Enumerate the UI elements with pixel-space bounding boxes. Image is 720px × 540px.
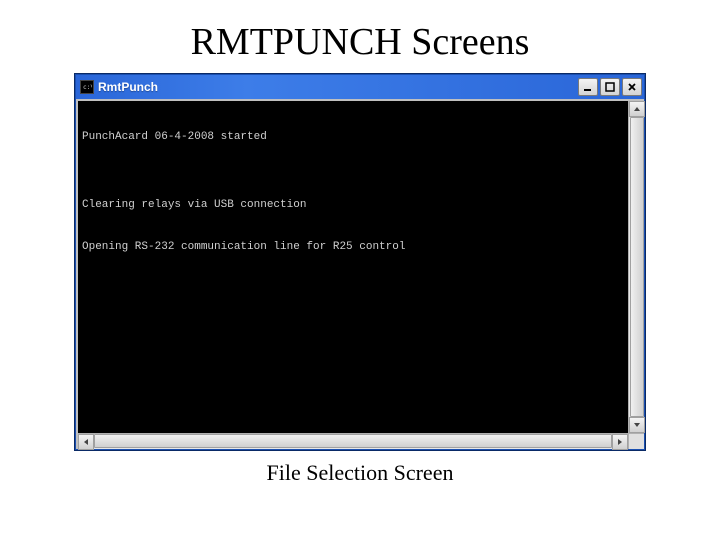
scroll-left-button[interactable]: [78, 434, 94, 450]
console-icon: c:\: [80, 80, 94, 94]
scroll-thumb-horizontal[interactable]: [94, 434, 612, 448]
scroll-up-button[interactable]: [629, 101, 645, 117]
window-title: RmtPunch: [98, 80, 574, 94]
page-title: RMTPUNCH Screens: [40, 20, 680, 64]
scroll-right-button[interactable]: [612, 434, 628, 450]
console-line: PunchAcard 06-4-2008 started: [82, 131, 640, 145]
app-window: c:\ RmtPunch PunchAcard 06-4-2008 starte…: [75, 74, 645, 450]
caption: File Selection Screen: [40, 460, 680, 486]
titlebar[interactable]: c:\ RmtPunch: [76, 75, 644, 99]
vertical-scrollbar[interactable]: [628, 101, 644, 433]
horizontal-scrollbar[interactable]: [78, 433, 628, 449]
scroll-track-horizontal[interactable]: [94, 434, 612, 449]
window-controls: [578, 77, 642, 97]
scroll-thumb-vertical[interactable]: [630, 117, 644, 417]
minimize-button[interactable]: [578, 78, 598, 96]
console-line: Clearing relays via USB connection: [82, 199, 640, 213]
close-button[interactable]: [622, 78, 642, 96]
svg-text:c:\: c:\: [83, 84, 92, 91]
console-output: PunchAcard 06-4-2008 started Clearing re…: [78, 101, 644, 433]
scroll-down-button[interactable]: [629, 417, 645, 433]
maximize-button[interactable]: [600, 78, 620, 96]
scroll-track-vertical[interactable]: [629, 117, 644, 417]
console-area: PunchAcard 06-4-2008 started Clearing re…: [76, 99, 644, 449]
scrollbar-corner: [628, 433, 644, 449]
console-line: Opening RS-232 communication line for R2…: [82, 241, 640, 255]
